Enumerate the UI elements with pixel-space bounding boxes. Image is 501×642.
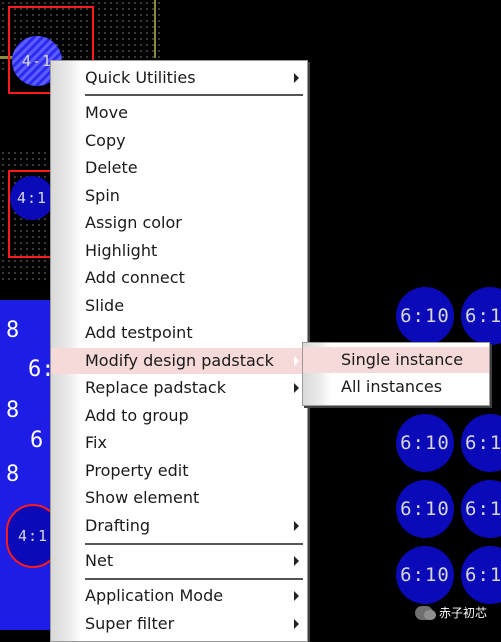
pad-label: 4:1 [17, 527, 49, 545]
menu-item-label: Property edit [85, 461, 189, 480]
submenu-arrow-icon [294, 521, 299, 531]
submenu-item-single-instance[interactable]: Single instance [303, 347, 489, 373]
menu-item-label: Highlight [85, 241, 158, 260]
submenu-arrow-icon [294, 591, 299, 601]
watermark: 赤子初芯 [414, 604, 487, 621]
menu-item-label: Delete [85, 158, 138, 177]
menu-item-net[interactable]: Net [51, 548, 307, 574]
pad-label-big-8: 8 [6, 398, 20, 423]
menu-item-label: Copy [85, 131, 126, 150]
submenu-arrow-icon [294, 619, 299, 629]
pad-label: 6:1 [465, 305, 501, 327]
pad-right[interactable]: 6:1 [461, 546, 501, 604]
menu-item-label: Replace padstack [85, 378, 226, 397]
menu-item-modify-design-padstack[interactable]: Modify design padstack [51, 348, 307, 374]
context-menu: Quick Utilities Move Copy Delete Spin As… [50, 60, 308, 642]
menu-item-label: Fix [85, 433, 107, 452]
pad-right[interactable]: 6:10 [396, 480, 454, 538]
menu-item-label: All instances [341, 377, 443, 396]
pad-label: 4:1 [16, 189, 48, 207]
pad-label: 6:10 [400, 305, 450, 327]
menu-item-label: Assign color [85, 213, 182, 232]
pad-label: 6:1 [465, 498, 501, 520]
menu-item-label: Super filter [85, 614, 175, 633]
menu-item-label: Spin [85, 186, 120, 205]
pad-left-mid[interactable]: 4:1 [10, 176, 54, 220]
wechat-icon [414, 605, 436, 620]
menu-item-label: Add to group [85, 406, 189, 425]
menu-item-spin[interactable]: Spin [51, 183, 307, 209]
submenu-arrow-icon [294, 73, 299, 83]
menu-item-super-filter[interactable]: Super filter [51, 611, 307, 637]
menu-item-label: Application Mode [85, 586, 224, 605]
menu-item-move[interactable]: Move [51, 100, 307, 126]
menu-item-fix[interactable]: Fix [51, 430, 307, 456]
pad-label-big-8: 8 [6, 318, 20, 343]
submenu-modify-design-padstack: Single instance All instances [302, 342, 490, 406]
pad-right[interactable]: 6:1 [461, 287, 501, 345]
submenu-arrow-icon [294, 383, 299, 393]
pad-right[interactable]: 6:1 [461, 480, 501, 538]
pad-label: 6:1 [465, 432, 501, 454]
pad-right[interactable]: 6:10 [396, 287, 454, 345]
pad-label: 6:10 [400, 498, 450, 520]
menu-item-label: Add testpoint [85, 323, 193, 342]
menu-item-property-edit[interactable]: Property edit [51, 458, 307, 484]
menu-item-add-to-group[interactable]: Add to group [51, 403, 307, 429]
menu-item-add-testpoint[interactable]: Add testpoint [51, 320, 307, 346]
pad-label: 6:10 [400, 432, 450, 454]
menu-item-label: Net [85, 551, 114, 570]
menu-item-delete[interactable]: Delete [51, 155, 307, 181]
submenu-arrow-icon [294, 356, 299, 366]
pad-right[interactable]: 6:1 [461, 414, 501, 472]
pad-label: 6:1 [465, 564, 501, 586]
menu-item-add-connect[interactable]: Add connect [51, 265, 307, 291]
menu-item-label: Slide [85, 296, 125, 315]
pad-label-big-8: 8 [6, 462, 20, 487]
submenu-item-all-instances[interactable]: All instances [303, 374, 489, 400]
menu-item-application-mode[interactable]: Application Mode [51, 583, 307, 609]
pad-label: 4-1 [21, 52, 53, 70]
menu-item-highlight[interactable]: Highlight [51, 238, 307, 264]
menu-item-replace-padstack[interactable]: Replace padstack [51, 375, 307, 401]
menu-item-label: Single instance [341, 350, 464, 369]
pad-label-big-6: 6 [30, 428, 44, 453]
menu-item-label: Modify design padstack [85, 351, 274, 370]
menu-separator [85, 543, 303, 545]
menu-item-label: Move [85, 103, 128, 122]
pad-right[interactable]: 6:10 [396, 414, 454, 472]
menu-separator [85, 94, 303, 96]
pad-right[interactable]: 6:10 [396, 546, 454, 604]
menu-item-assign-color[interactable]: Assign color [51, 210, 307, 236]
menu-item-quick-utilities[interactable]: Quick Utilities [51, 65, 307, 91]
menu-item-label: Drafting [85, 516, 151, 535]
menu-item-copy[interactable]: Copy [51, 128, 307, 154]
menu-item-slide[interactable]: Slide [51, 293, 307, 319]
menu-item-drafting[interactable]: Drafting [51, 513, 307, 539]
pad-label: 6:10 [400, 564, 450, 586]
watermark-text: 赤子初芯 [438, 606, 487, 620]
menu-item-label: Quick Utilities [85, 68, 196, 87]
trace-vertical-top [154, 0, 156, 58]
submenu-arrow-icon [294, 556, 299, 566]
menu-item-label: Show element [85, 488, 200, 507]
menu-item-show-element[interactable]: Show element [51, 485, 307, 511]
menu-separator [85, 578, 303, 580]
menu-item-label: Add connect [85, 268, 185, 287]
